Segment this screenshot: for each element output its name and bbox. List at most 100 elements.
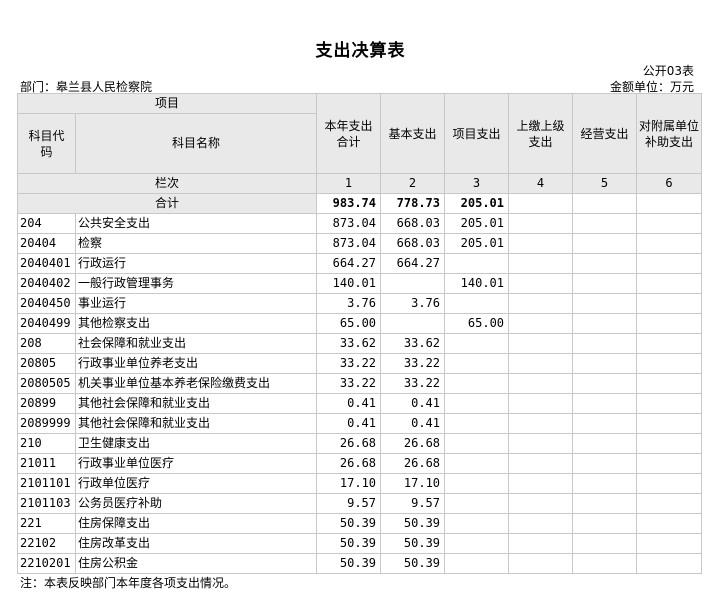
table-row: 2089999 其他社会保障和就业支出 0.41 0.41 [17,413,703,434]
row-name: 一般行政管理事务 [74,273,318,294]
row-upper-expense [508,393,574,414]
report-title: 支出决算表 [315,41,406,61]
row-name: 公共安全支出 [74,213,318,234]
row-total-expense: 0.41 [316,413,382,434]
row-name: 事业运行 [74,293,318,314]
row-upper-expense [508,513,574,534]
row-total-expense: 65.00 [316,313,382,334]
row-business-expense [572,333,638,354]
row-upper-expense [508,313,574,334]
row-name: 机关事业单位基本养老保险缴费支出 [74,373,318,394]
table-row: 2101103 公务员医疗补助 9.57 9.57 [17,493,703,514]
row-total-expense: 873.04 [316,233,382,254]
header-col-project: 项目支出 [444,93,510,174]
row-project-expense [444,413,510,434]
table-row: 21011 行政事业单位医疗 26.68 26.68 [17,453,703,474]
row-basic-expense: 33.62 [380,333,446,354]
row-business-expense [572,513,638,534]
row-subsidy-expense [636,293,703,314]
row-total-expense: 33.22 [316,373,382,394]
row-project-expense [444,393,510,414]
row-project-expense [444,353,510,374]
header-name: 科目名称 [74,113,318,174]
row-business-expense [572,253,638,274]
row-subsidy-expense [636,393,703,414]
row-upper-expense [508,273,574,294]
row-subsidy-expense [636,273,703,294]
row-subsidy-expense [636,313,703,334]
row-subsidy-expense [636,353,703,374]
row-name: 其他社会保障和就业支出 [74,393,318,414]
table-row: 2101101 行政单位医疗 17.10 17.10 [17,473,703,494]
row-basic-expense: 3.76 [380,293,446,314]
form-code: 公开03表 [642,64,694,78]
row-business-expense [572,433,638,454]
row-basic-expense [380,313,446,334]
table-row: 20404 检察 873.04 668.03 205.01 [17,233,703,254]
row-basic-expense: 33.22 [380,373,446,394]
row-basic-expense: 26.68 [380,433,446,454]
row-business-expense [572,293,638,314]
total-c4 [508,193,574,214]
row-basic-expense: 26.68 [380,453,446,474]
table-row: 2040499 其他检察支出 65.00 65.00 [17,313,703,334]
row-name: 行政单位医疗 [74,473,318,494]
header-col-total: 本年支出合计 [316,93,382,174]
row-business-expense [572,493,638,514]
row-code: 2101103 [17,493,76,514]
row-subsidy-expense [636,213,703,234]
row-total-expense: 0.41 [316,393,382,414]
row-total-expense: 17.10 [316,473,382,494]
header-col-subsidy: 对附属单位补助支出 [636,93,703,174]
header-col-basic: 基本支出 [380,93,446,174]
row-total-expense: 26.68 [316,433,382,454]
table-body: 204 公共安全支出 873.04 668.03 205.01 20404 检察 873.04… [17,213,703,574]
total-row: 合计 983.74 778.73 205.01 [16,193,703,214]
table-row: 2040401 行政运行 664.27 664.27 [17,253,703,274]
row-total-expense: 9.57 [316,493,382,514]
table-row: 2210201 住房公积金 50.39 50.39 [17,553,703,574]
row-name: 行政事业单位养老支出 [74,353,318,374]
row-code: 221 [17,513,76,534]
row-total-expense: 50.39 [316,533,382,554]
header-col-upper: 上缴上级支出 [508,93,574,174]
row-business-expense [572,393,638,414]
col-number: 2 [380,173,446,194]
row-project-expense [444,493,510,514]
row-subsidy-expense [636,253,703,274]
row-project-expense [444,253,510,274]
row-business-expense [572,453,638,474]
total-c5 [572,193,638,214]
row-subsidy-expense [636,493,703,514]
row-code: 22102 [17,533,76,554]
row-project-expense [444,473,510,494]
row-name: 其他检察支出 [74,313,318,334]
row-code: 2040401 [17,253,76,274]
row-subsidy-expense [636,373,703,394]
row-upper-expense [508,213,574,234]
header-project: 项目 [16,93,318,114]
table-row: 22102 住房改革支出 50.39 50.39 [17,533,703,554]
row-upper-expense [508,293,574,314]
row-total-expense: 33.62 [316,333,382,354]
row-project-expense [444,333,510,354]
row-subsidy-expense [636,533,703,554]
row-total-expense: 140.01 [316,273,382,294]
row-upper-expense [508,413,574,434]
row-total-expense: 26.68 [316,453,382,474]
table-row: 20805 行政事业单位养老支出 33.22 33.22 [17,353,703,374]
row-project-expense: 205.01 [444,233,510,254]
total-c6 [636,193,703,214]
row-code: 2040499 [17,313,76,334]
row-upper-expense [508,253,574,274]
row-project-expense [444,453,510,474]
header-code: 科目代码 [17,113,76,174]
row-code: 20404 [17,233,76,254]
total-c1: 983.74 [316,193,382,214]
row-basic-expense: 50.39 [380,533,446,554]
row-name: 住房保障支出 [74,513,318,534]
row-business-expense [572,373,638,394]
table-row: 208 社会保障和就业支出 33.62 33.62 [17,333,703,354]
row-code: 2089999 [17,413,76,434]
row-basic-expense: 50.39 [380,553,446,574]
